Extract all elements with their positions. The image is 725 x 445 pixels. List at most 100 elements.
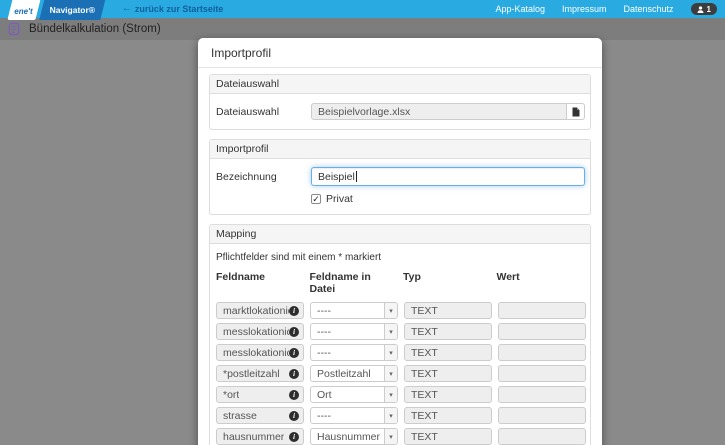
mapping-row: marktlokationid i ---- ▾ TEXT	[215, 302, 586, 319]
navbar-right: App-Katalog Impressum Datenschutz 1	[495, 3, 717, 15]
chevron-down-icon: ▾	[384, 408, 397, 423]
mapping-row: hausnummer i Hausnummer ▾ TEXT	[215, 428, 586, 445]
importprofil-modal: Importprofil Dateiauswahl Dateiauswahl B…	[198, 38, 602, 445]
enet-logo-text: ene't	[14, 6, 33, 15]
chevron-down-icon: ▾	[384, 429, 397, 444]
info-icon[interactable]: i	[289, 305, 299, 316]
mapping-file-field-value: ----	[317, 304, 331, 317]
user-count-badge[interactable]: 1	[690, 3, 717, 15]
modal-body: Dateiauswahl Dateiauswahl Beispielvorlag…	[198, 68, 602, 445]
mapping-value-input	[498, 428, 586, 445]
file-select-label: Dateiauswahl	[216, 105, 280, 118]
nav-link-app-katalog[interactable]: App-Katalog	[495, 4, 545, 14]
mapping-value-input	[498, 344, 586, 361]
mapping-file-field-select[interactable]: ---- ▾	[310, 344, 398, 361]
file-icon	[572, 107, 579, 116]
page-title: Bündelkalkulation (Strom)	[29, 23, 161, 35]
mapping-field-name: hausnummer	[223, 430, 285, 443]
chevron-down-icon: ▾	[384, 366, 397, 381]
text-cursor	[355, 171, 357, 182]
back-to-start-link[interactable]: ← zurück zur Startseite	[121, 3, 224, 15]
file-browse-button[interactable]	[567, 103, 585, 120]
importprofil-panel: Importprofil Bezeichnung Beispiel ✓ Priv…	[209, 139, 591, 215]
mapping-field-name-input: messlokationid i	[216, 323, 304, 340]
file-input-group: Beispielvorlage.xlsx	[311, 103, 585, 120]
column-header-feldname-in-datei: Feldname in Datei	[309, 271, 371, 295]
bezeichnung-value: Beispiel	[318, 170, 355, 183]
mapping-file-field-select[interactable]: Ort ▾	[310, 386, 398, 403]
mapping-value-input	[498, 323, 586, 340]
bezeichnung-control: Beispiel	[311, 167, 585, 186]
info-icon[interactable]: i	[289, 368, 299, 379]
page-root: { "icons": { "back_arrow": "←", "caret_d…	[0, 0, 725, 445]
mapping-type-input: TEXT	[404, 386, 492, 403]
chevron-down-icon: ▾	[384, 303, 397, 318]
mapping-field-name: marktlokationid	[223, 304, 289, 317]
mapping-file-field-select[interactable]: ---- ▾	[310, 407, 398, 424]
mapping-type-input: TEXT	[404, 428, 492, 445]
mapping-file-field-select[interactable]: Postleitzahl ▾	[310, 365, 398, 382]
mapping-field-name-input: *postleitzahl i	[216, 365, 304, 382]
mapping-row: messlokationid i ---- ▾ TEXT	[215, 323, 586, 340]
bezeichnung-input[interactable]: Beispiel	[311, 167, 585, 186]
file-name-input: Beispielvorlage.xlsx	[311, 103, 567, 120]
mapping-row: messlokationid2 i ---- ▾ TEXT	[215, 344, 586, 361]
brand-logo[interactable]: ene't Navigator®	[7, 0, 107, 20]
file-select-panel-heading: Dateiauswahl	[210, 75, 590, 94]
mapping-field-name-input: strasse i	[216, 407, 304, 424]
modal-header: Importprofil	[198, 38, 602, 68]
back-arrow-icon: ←	[121, 3, 132, 14]
mapping-field-name-input: hausnummer i	[216, 428, 304, 445]
mapping-rows: marktlokationid i ---- ▾ TEXT messlokati…	[215, 302, 586, 445]
mapping-value-input	[498, 365, 586, 382]
nav-link-datenschutz[interactable]: Datenschutz	[624, 4, 674, 14]
file-select-panel: Dateiauswahl Dateiauswahl Beispielvorlag…	[209, 74, 591, 130]
info-icon[interactable]: i	[289, 431, 299, 442]
modal-title: Importprofil	[211, 46, 272, 60]
file-select-row: Dateiauswahl Beispielvorlage.xlsx	[215, 103, 585, 120]
mapping-file-field-select[interactable]: ---- ▾	[310, 323, 398, 340]
bezeichnung-label: Bezeichnung	[216, 170, 277, 183]
privat-checkbox-row: ✓ Privat	[311, 193, 585, 205]
mapping-type-input: TEXT	[404, 344, 492, 361]
mapping-field-name: strasse	[223, 409, 257, 422]
chevron-down-icon: ▾	[384, 324, 397, 339]
bezeichnung-row: Bezeichnung Beispiel	[215, 167, 585, 186]
info-icon[interactable]: i	[289, 326, 299, 337]
document-icon	[8, 22, 20, 36]
mapping-type-input: TEXT	[404, 365, 492, 382]
mapping-field-name: *postleitzahl	[223, 367, 280, 380]
info-icon[interactable]: i	[289, 389, 299, 400]
mapping-panel-heading: Mapping	[210, 225, 590, 244]
mapping-file-field-value: ----	[317, 409, 331, 422]
info-icon[interactable]: i	[289, 410, 299, 421]
mapping-type-input: TEXT	[404, 323, 492, 340]
mapping-row: *ort i Ort ▾ TEXT	[215, 386, 586, 403]
mapping-type-input: TEXT	[404, 407, 492, 424]
mapping-file-field-select[interactable]: ---- ▾	[310, 302, 398, 319]
chevron-down-icon: ▾	[384, 345, 397, 360]
user-count: 1	[706, 4, 711, 14]
mapping-column-headers: Feldname Feldname in Datei Typ Wert	[215, 271, 585, 295]
nav-link-impressum[interactable]: Impressum	[562, 4, 607, 14]
file-select-control: Beispielvorlage.xlsx	[311, 103, 585, 120]
mapping-value-input	[498, 407, 586, 424]
navigator-brand: Navigator®	[39, 0, 107, 20]
column-header-feldname: Feldname	[216, 271, 266, 283]
chevron-down-icon: ▾	[384, 387, 397, 402]
privat-checkbox[interactable]: ✓	[311, 194, 321, 204]
mapping-file-field-value: ----	[317, 325, 331, 338]
importprofil-panel-heading: Importprofil	[210, 140, 590, 159]
top-navbar: ene't Navigator® ← zurück zur Startseite…	[0, 0, 725, 20]
mapping-field-name-input: marktlokationid i	[216, 302, 304, 319]
back-link-label: zurück zur Startseite	[134, 4, 224, 14]
mapping-file-field-select[interactable]: Hausnummer ▾	[310, 428, 398, 445]
mapping-file-field-value: Postleitzahl	[317, 367, 371, 380]
mapping-panel: Mapping Pflichtfelder sind mit einem * m…	[209, 224, 591, 445]
info-icon[interactable]: i	[289, 347, 299, 358]
enet-logo: ene't	[7, 0, 41, 20]
mapping-row: strasse i ---- ▾ TEXT	[215, 407, 586, 424]
mapping-field-name-input: *ort i	[216, 386, 304, 403]
mapping-field-name: *ort	[223, 388, 240, 401]
mapping-note: Pflichtfelder sind mit einem * markiert	[216, 252, 382, 263]
